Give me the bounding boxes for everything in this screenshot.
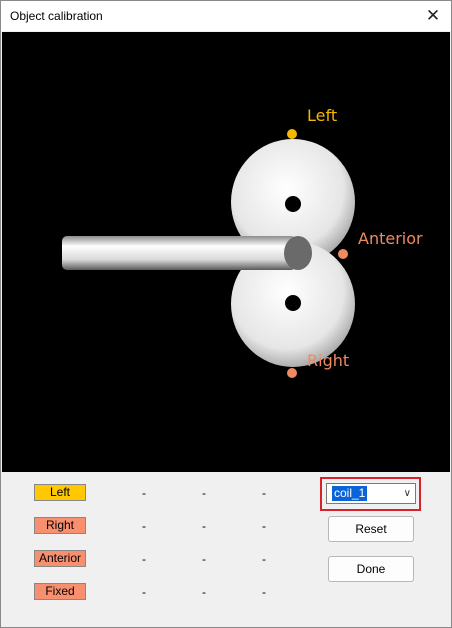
landmark-left-z: - bbox=[262, 486, 266, 500]
coil-select[interactable]: coil_1 ∨ bbox=[326, 483, 416, 504]
reset-button[interactable]: Reset bbox=[328, 516, 414, 542]
landmark-fixed-button[interactable]: Fixed bbox=[34, 583, 86, 600]
landmark-anterior-button[interactable]: Anterior bbox=[34, 550, 86, 567]
landmark-left-y: - bbox=[202, 486, 206, 500]
left-marker-label: Left bbox=[307, 106, 338, 125]
anterior-marker-label: Anterior bbox=[358, 229, 423, 248]
coil-handle bbox=[62, 236, 296, 270]
window-title: Object calibration bbox=[10, 9, 103, 23]
anterior-landmark-marker bbox=[338, 249, 348, 259]
right-landmark-marker bbox=[287, 368, 297, 378]
done-button[interactable]: Done bbox=[328, 556, 414, 582]
landmark-left-button[interactable]: Left bbox=[34, 484, 86, 501]
left-landmark-marker bbox=[287, 129, 297, 139]
landmark-right-button[interactable]: Right bbox=[34, 517, 86, 534]
close-icon[interactable]: ✕ bbox=[421, 4, 445, 28]
landmark-right-x: - bbox=[142, 519, 146, 533]
right-marker-label: Right bbox=[307, 351, 350, 370]
landmark-fixed-x: - bbox=[142, 585, 146, 599]
coil-model bbox=[62, 129, 355, 378]
landmark-left-x: - bbox=[142, 486, 146, 500]
landmark-anterior-z: - bbox=[262, 552, 266, 566]
chevron-down-icon[interactable]: ∨ bbox=[404, 488, 411, 499]
landmark-anterior-y: - bbox=[202, 552, 206, 566]
landmark-anterior-x: - bbox=[142, 552, 146, 566]
3d-viewport[interactable]: Left Anterior Right bbox=[2, 32, 450, 472]
calibration-window: Object calibration ✕ Left Anterior Right… bbox=[0, 0, 452, 628]
coil-handle-end bbox=[284, 236, 312, 270]
coil-select-value: coil_1 bbox=[332, 486, 368, 501]
landmark-right-y: - bbox=[202, 519, 206, 533]
landmark-fixed-z: - bbox=[262, 585, 266, 599]
coil-hole-bottom bbox=[285, 295, 301, 311]
title-bar: Object calibration ✕ bbox=[1, 1, 451, 31]
landmark-fixed-y: - bbox=[202, 585, 206, 599]
landmark-right-z: - bbox=[262, 519, 266, 533]
coil-hole-top bbox=[285, 196, 301, 212]
